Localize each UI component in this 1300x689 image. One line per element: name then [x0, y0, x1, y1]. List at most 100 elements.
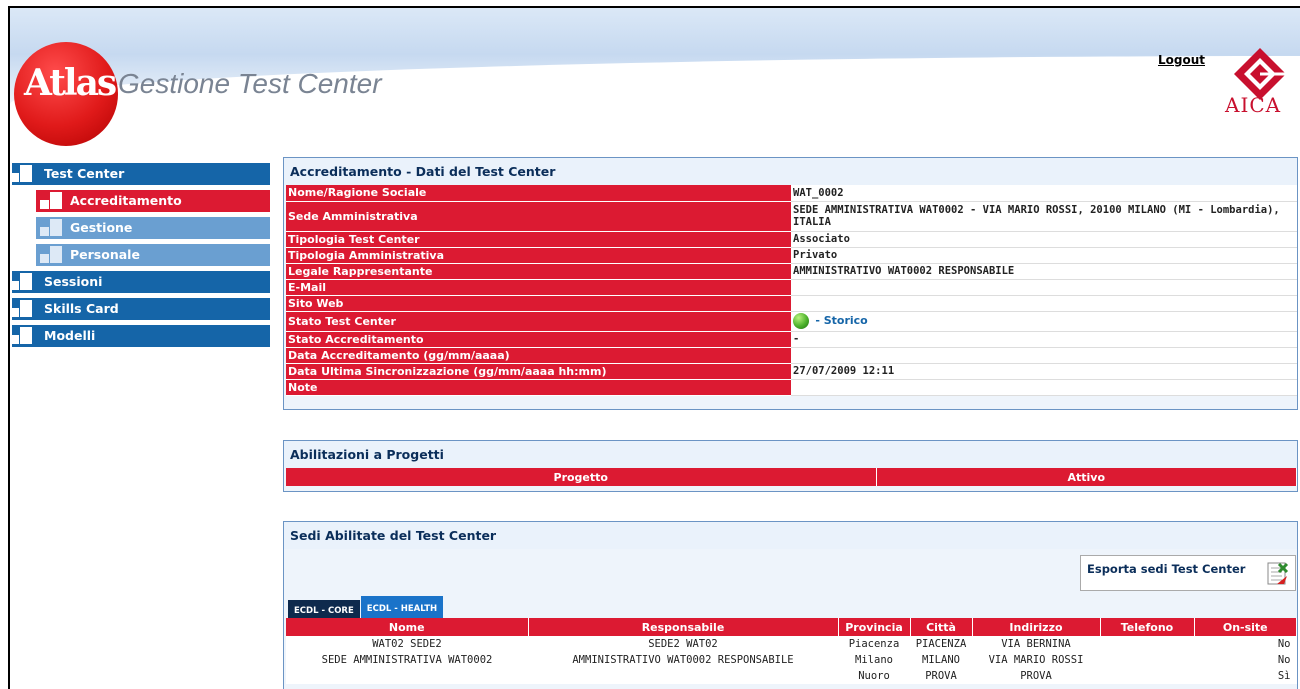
- aica-logo-text: AICA: [1225, 93, 1282, 117]
- table-row[interactable]: WAT02 SEDE2 SEDE2 WAT02 Piacenza PIACENZA VI…: [286, 636, 1297, 652]
- table-cell: Piacenza: [848, 638, 900, 650]
- table-cell: Nuoro: [858, 670, 890, 682]
- details-value: 27/07/2009 12:11: [791, 363, 1297, 380]
- nav-bullet-icon: [10, 273, 32, 291]
- details-value: AMMINISTRATIVO WAT0002 RESPONSABILE: [791, 263, 1297, 280]
- details-row: Tipologia Amministrativa Privato: [286, 247, 1297, 264]
- details-label: Nome/Ragione Sociale: [286, 185, 791, 202]
- table-cell: AMMINISTRATIVO WAT0002 RESPONSABILE: [572, 654, 794, 666]
- table-cell: [286, 668, 528, 684]
- details-label: Sede Amministrativa: [286, 201, 791, 232]
- table-cell: No: [1277, 638, 1291, 650]
- details-value: Privato: [791, 247, 1297, 264]
- details-row: Tipologia Test Center Associato: [286, 231, 1297, 248]
- details-value: [791, 295, 1297, 312]
- sidebar-item-test-center[interactable]: Test Center: [10, 163, 270, 185]
- table-row[interactable]: SEDE AMMINISTRATIVA WAT0002 AMMINISTRATIV…: [286, 652, 1297, 668]
- column-header-indirizzo[interactable]: Indirizzo: [972, 618, 1101, 636]
- details-table: Nome/Ragione Sociale WAT_0002 Sede Amminis…: [286, 185, 1297, 396]
- projects-table: Progetto Attivo: [286, 468, 1297, 486]
- column-header-provincia[interactable]: Provincia: [838, 618, 911, 636]
- nav-bullet-icon: [10, 327, 32, 345]
- details-row: Nome/Ragione Sociale WAT_0002: [286, 185, 1297, 202]
- details-value: [791, 347, 1297, 364]
- column-header-attivo: Attivo: [876, 468, 1297, 486]
- export-sedi-button[interactable]: Esporta sedi Test Center: [1080, 555, 1296, 591]
- nav-bullet-icon: [10, 300, 32, 318]
- details-value: -: [791, 331, 1297, 348]
- table-cell: MILANO: [922, 654, 960, 666]
- details-value: [791, 379, 1297, 396]
- table-cell: [1100, 668, 1194, 684]
- table-cell: SEDE2 WAT02: [648, 638, 718, 650]
- table-cell: Milano: [855, 654, 893, 666]
- details-row: Stato Accreditamento -: [286, 331, 1297, 348]
- nav-bullet-icon: [40, 246, 62, 264]
- export-sedi-label: Esporta sedi Test Center: [1087, 562, 1246, 576]
- column-header-nome[interactable]: Nome: [286, 618, 529, 636]
- projects-header-row: Progetto Attivo: [286, 468, 1297, 486]
- column-header-citt-[interactable]: Città: [910, 618, 973, 636]
- details-row: Sito Web: [286, 295, 1297, 312]
- atlas-logo-text: Atlas: [24, 62, 117, 104]
- header: [10, 8, 1300, 124]
- sedi-panel: Sedi Abilitate del Test Center Esporta s…: [283, 521, 1298, 689]
- table-cell: VIA MARIO ROSSI: [988, 654, 1084, 666]
- sedi-tabs: ECDL - CORE ECDL - HEALTH: [288, 596, 444, 622]
- sidebar-item-skills-card[interactable]: Skills Card: [10, 298, 270, 320]
- sidebar-item-label: Test Center: [44, 166, 125, 181]
- sidebar-item-label: Skills Card: [44, 301, 119, 316]
- details-value: WAT_0002: [791, 185, 1297, 202]
- details-label: Legale Rappresentante: [286, 263, 791, 280]
- details-value: Associato: [791, 231, 1297, 248]
- column-header-responsabile[interactable]: Responsabile: [528, 618, 839, 636]
- projects-panel: Abilitazioni a Progetti Progetto Attivo: [283, 440, 1298, 492]
- status-green-icon: [793, 313, 809, 329]
- details-row: Legale Rappresentante AMMINISTRATIVO WAT0…: [286, 263, 1297, 280]
- details-value: SEDE AMMINISTRATIVA WAT0002 - VIA MARIO …: [791, 201, 1297, 232]
- table-cell: WAT02 SEDE2: [372, 638, 442, 650]
- details-label: E-Mail: [286, 279, 791, 296]
- nav-bullet-icon: [40, 219, 62, 237]
- details-label: Note: [286, 379, 791, 396]
- logout-link[interactable]: Logout: [1158, 53, 1205, 67]
- details-label: Data Ultima Sincronizzazione (gg/mm/aaaa…: [286, 363, 791, 380]
- nav-bullet-icon: [10, 165, 32, 183]
- details-row: Data Ultima Sincronizzazione (gg/mm/aaaa…: [286, 363, 1297, 380]
- details-label: Data Accreditamento (gg/mm/aaaa): [286, 347, 791, 364]
- details-row: Sede Amministrativa SEDE AMMINISTRATIVA W…: [286, 201, 1297, 232]
- storico-link[interactable]: - Storico: [815, 314, 867, 327]
- table-row[interactable]: Nuoro PROVA PROVA Sì: [286, 668, 1297, 684]
- details-row: E-Mail: [286, 279, 1297, 296]
- table-cell: PROVA: [925, 670, 957, 682]
- table-cell: [1100, 636, 1194, 652]
- sedi-header-row: Nome Responsabile Provincia Città Indirizzo T…: [286, 618, 1297, 636]
- details-label: Sito Web: [286, 295, 791, 312]
- details-row: Note: [286, 379, 1297, 396]
- details-panel: Accreditamento - Dati del Test Center No…: [283, 157, 1298, 410]
- column-header-progetto: Progetto: [286, 468, 877, 486]
- projects-panel-title: Abilitazioni a Progetti: [284, 441, 1297, 468]
- details-label: Stato Test Center: [286, 311, 791, 332]
- sidebar-item-sessioni[interactable]: Sessioni: [10, 271, 270, 293]
- table-cell: PIACENZA: [915, 638, 967, 650]
- details-value: [791, 279, 1297, 296]
- sidebar-item-label: Sessioni: [44, 274, 103, 289]
- table-cell: [528, 668, 838, 684]
- table-cell: PROVA: [1020, 670, 1052, 682]
- sedi-panel-title: Sedi Abilitate del Test Center: [284, 522, 1297, 549]
- sidebar-item-label: Gestione: [70, 220, 133, 235]
- column-header-on-site[interactable]: On-site: [1194, 618, 1297, 636]
- table-cell: VIA BERNINA: [1001, 638, 1071, 650]
- table-cell: Sì: [1277, 670, 1291, 682]
- sidebar-item-accreditamento[interactable]: Accreditamento: [36, 190, 270, 212]
- details-panel-title: Accreditamento - Dati del Test Center: [284, 158, 1297, 185]
- details-label: Tipologia Amministrativa: [286, 247, 791, 264]
- sidebar-item-label: Accreditamento: [70, 193, 182, 208]
- sidebar-item-modelli[interactable]: Modelli: [10, 325, 270, 347]
- column-header-telefono[interactable]: Telefono: [1100, 618, 1195, 636]
- sidebar-item-gestione[interactable]: Gestione: [36, 217, 270, 239]
- sidebar-item-personale[interactable]: Personale: [36, 244, 270, 266]
- sedi-table: Nome Responsabile Provincia Città Indirizzo T…: [286, 618, 1297, 684]
- details-label: Stato Accreditamento: [286, 331, 791, 348]
